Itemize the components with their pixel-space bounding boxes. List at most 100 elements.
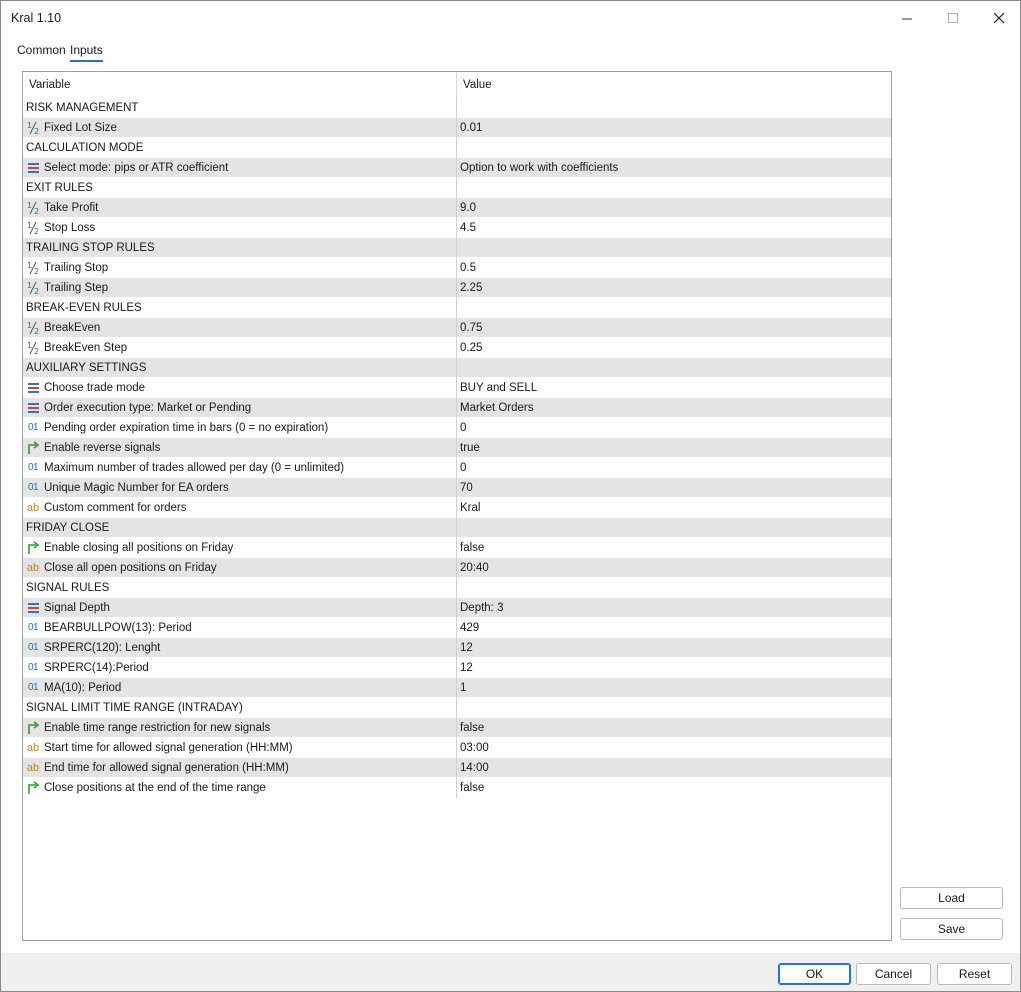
variable-cell: 01 SRPERC(120): Lenght xyxy=(23,638,457,658)
variable-cell: 01 MA(10): Period xyxy=(23,678,457,698)
parameter-name: Enable closing all positions on Friday xyxy=(44,542,234,554)
parameter-value[interactable]: true xyxy=(457,438,891,458)
parameter-row[interactable]: Close positions at the end of the time r… xyxy=(23,778,891,798)
parameter-value[interactable]: 0 xyxy=(457,418,891,438)
parameter-row[interactable]: Signal Depth Depth: 3 xyxy=(23,598,891,618)
parameter-value[interactable]: 12 xyxy=(457,658,891,678)
parameter-row[interactable]: 01 MA(10): Period 1 xyxy=(23,678,891,698)
fraction-icon: 12 xyxy=(26,281,40,295)
title-bar: Kral 1.10 xyxy=(1,1,1020,37)
parameter-value[interactable]: 14:00 xyxy=(457,758,891,778)
parameter-name: Start time for allowed signal generation… xyxy=(44,742,293,754)
grid-rows: RISK MANAGEMENT 1 2 Fixed Lot Size 0.01 CALCU… xyxy=(23,98,891,798)
integer-icon: 01 xyxy=(27,422,39,433)
section-label-cell: TRAILING STOP RULES xyxy=(23,238,457,258)
parameter-value[interactable]: 0.75 xyxy=(457,318,891,338)
parameter-row[interactable]: 1 2 BreakEven Step 0.25 xyxy=(23,338,891,358)
parameter-row[interactable]: ab End time for allowed signal generation… xyxy=(23,758,891,778)
parameter-value[interactable]: 0 xyxy=(457,458,891,478)
minimize-button[interactable] xyxy=(884,1,930,35)
parameter-value[interactable]: BUY and SELL xyxy=(457,378,891,398)
parameter-row[interactable]: 1 2 Trailing Stop 0.5 xyxy=(23,258,891,278)
section-row: RISK MANAGEMENT xyxy=(23,98,891,118)
integer-icon: 01 xyxy=(27,682,39,693)
parameter-name: Fixed Lot Size xyxy=(44,122,117,134)
parameter-row[interactable]: 1 2 Stop Loss 4.5 xyxy=(23,218,891,238)
parameter-value[interactable]: 2.25 xyxy=(457,278,891,298)
parameter-row[interactable]: 1 2 Take Profit 9.0 xyxy=(23,198,891,218)
variable-cell: 01 Pending order expiration time in bars … xyxy=(23,418,457,438)
parameter-value[interactable]: 20:40 xyxy=(457,558,891,578)
section-value-cell xyxy=(457,238,891,258)
variable-cell: Enable reverse signals xyxy=(23,438,457,458)
parameter-row[interactable]: 01 SRPERC(14):Period 12 xyxy=(23,658,891,678)
parameter-value[interactable]: Market Orders xyxy=(457,398,891,418)
grid-header: Variable Value xyxy=(23,72,891,98)
enum-list-icon xyxy=(26,401,40,415)
load-button[interactable]: Load xyxy=(900,887,1003,909)
section-title: SIGNAL LIMIT TIME RANGE (INTRADAY) xyxy=(26,702,243,714)
string-icon: ab xyxy=(26,502,40,514)
parameter-row[interactable]: Select mode: pips or ATR coefficient Opti… xyxy=(23,158,891,178)
parameter-value[interactable]: 70 xyxy=(457,478,891,498)
tab-bar: Common Inputs xyxy=(1,37,1020,63)
parameter-row[interactable]: ab Custom comment for orders Kral xyxy=(23,498,891,518)
parameter-value[interactable]: Option to work with coefficients xyxy=(457,158,891,178)
integer-icon: 01 xyxy=(27,462,39,473)
parameter-row[interactable]: Enable reverse signals true xyxy=(23,438,891,458)
parameter-name: Trailing Step xyxy=(44,282,109,294)
parameter-row[interactable]: Enable closing all positions on Friday fa… xyxy=(23,538,891,558)
ok-button[interactable]: OK xyxy=(778,963,851,985)
parameter-value[interactable]: 03:00 xyxy=(457,738,891,758)
close-button[interactable] xyxy=(976,1,1021,35)
section-value-cell xyxy=(457,698,891,718)
parameter-row[interactable]: 01 BEARBULLPOW(13): Period 429 xyxy=(23,618,891,638)
cancel-button[interactable]: Cancel xyxy=(856,963,931,985)
parameter-value[interactable]: 4.5 xyxy=(457,218,891,238)
column-header-value[interactable]: Value xyxy=(457,72,891,98)
parameter-row[interactable]: 01 SRPERC(120): Lenght 12 xyxy=(23,638,891,658)
parameter-value[interactable]: Kral xyxy=(457,498,891,518)
parameter-row[interactable]: Order execution type: Market or Pending M… xyxy=(23,398,891,418)
parameter-row[interactable]: ab Start time for allowed signal generati… xyxy=(23,738,891,758)
variable-cell: 01 SRPERC(14):Period xyxy=(23,658,457,678)
parameter-value[interactable]: 0.25 xyxy=(457,338,891,358)
svg-text:2: 2 xyxy=(34,207,39,215)
reset-button[interactable]: Reset xyxy=(937,963,1012,985)
parameter-value[interactable]: false xyxy=(457,778,891,798)
save-button[interactable]: Save xyxy=(900,918,1003,940)
tab-common[interactable]: Common xyxy=(17,43,66,60)
parameters-grid[interactable]: Variable Value RISK MANAGEMENT 1 2 Fixed Lo… xyxy=(22,71,892,941)
tab-inputs[interactable]: Inputs xyxy=(70,43,103,62)
parameter-row[interactable]: 01 Pending order expiration time in bars … xyxy=(23,418,891,438)
parameter-name: Pending order expiration time in bars (0… xyxy=(44,422,329,434)
column-header-variable[interactable]: Variable xyxy=(23,72,457,98)
parameter-row[interactable]: 1 2 Fixed Lot Size 0.01 xyxy=(23,118,891,138)
dialog-window: Kral 1.10 Common Inputs Variable Value R… xyxy=(0,0,1021,992)
parameter-value[interactable]: 12 xyxy=(457,638,891,658)
parameter-name: SRPERC(14):Period xyxy=(44,662,149,674)
parameter-value[interactable]: false xyxy=(457,538,891,558)
parameter-value[interactable]: 0.5 xyxy=(457,258,891,278)
parameter-value[interactable]: 9.0 xyxy=(457,198,891,218)
parameter-value[interactable]: 0.01 xyxy=(457,118,891,138)
section-label-cell: EXIT RULES xyxy=(23,178,457,198)
parameter-row[interactable]: 01 Maximum number of trades allowed per d… xyxy=(23,458,891,478)
parameter-value[interactable]: Depth: 3 xyxy=(457,598,891,618)
parameter-row[interactable]: ab Close all open positions on Friday 20:4… xyxy=(23,558,891,578)
section-title: SIGNAL RULES xyxy=(26,582,110,594)
parameter-value[interactable]: 1 xyxy=(457,678,891,698)
parameter-row[interactable]: 1 2 BreakEven 0.75 xyxy=(23,318,891,338)
parameter-row[interactable]: 1 2 Trailing Step 2.25 xyxy=(23,278,891,298)
parameter-row[interactable]: Enable time range restriction for new si… xyxy=(23,718,891,738)
maximize-button[interactable] xyxy=(930,1,976,35)
enum-list-icon xyxy=(26,601,40,615)
variable-cell: Signal Depth xyxy=(23,598,457,618)
parameter-value[interactable]: 429 xyxy=(457,618,891,638)
section-value-cell xyxy=(457,98,891,118)
bool-arrow-icon xyxy=(26,441,40,455)
parameter-row[interactable]: 01 Unique Magic Number for EA orders 70 xyxy=(23,478,891,498)
parameter-value[interactable]: false xyxy=(457,718,891,738)
section-title: CALCULATION MODE xyxy=(26,142,144,154)
parameter-row[interactable]: Choose trade mode BUY and SELL xyxy=(23,378,891,398)
